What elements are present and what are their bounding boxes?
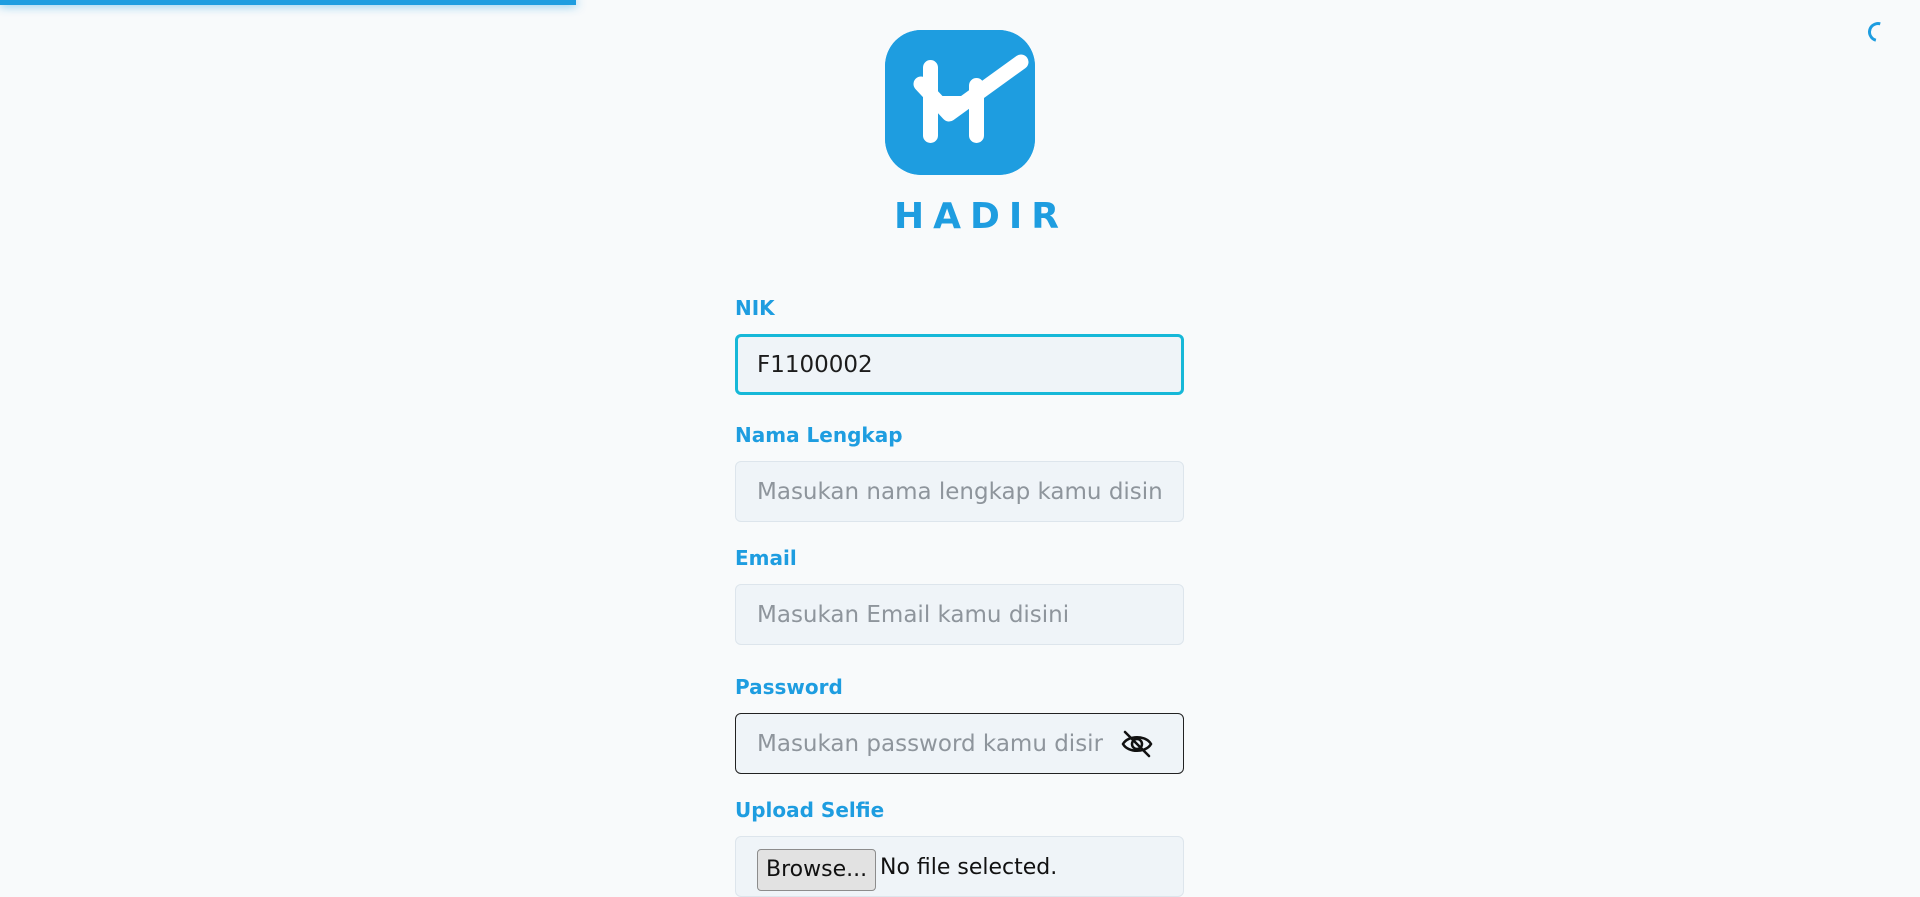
email-input[interactable] — [736, 585, 1183, 644]
password-input[interactable] — [736, 714, 1183, 773]
nik-input[interactable] — [738, 337, 1181, 392]
password-label: Password — [735, 675, 843, 699]
upload-selfie-label: Upload Selfie — [735, 798, 885, 822]
nik-field-container — [735, 334, 1184, 395]
password-field-container — [735, 713, 1184, 774]
registration-form: NIK Nama Lengkap Email Password Upload S… — [735, 296, 1184, 897]
selected-file-status: No file selected. — [880, 855, 1058, 880]
page-load-progress — [0, 0, 1920, 5]
full-name-field-container — [735, 461, 1184, 522]
email-field-container — [735, 584, 1184, 645]
brand-logo: HADIR — [885, 30, 1068, 237]
full-name-label: Nama Lengkap — [735, 423, 903, 447]
eye-off-icon[interactable] — [1121, 730, 1153, 758]
email-label: Email — [735, 546, 797, 570]
browse-button[interactable]: Browse... — [757, 849, 877, 891]
loading-spinner-icon — [1864, 18, 1892, 46]
selfie-upload-field: Browse... No file selected. — [735, 836, 1184, 897]
full-name-input[interactable] — [736, 462, 1183, 521]
h-checkmark-logo-icon — [885, 30, 1035, 175]
nik-label: NIK — [735, 296, 775, 320]
page-load-progress-fill — [0, 0, 576, 5]
brand-name: HADIR — [894, 196, 1068, 237]
